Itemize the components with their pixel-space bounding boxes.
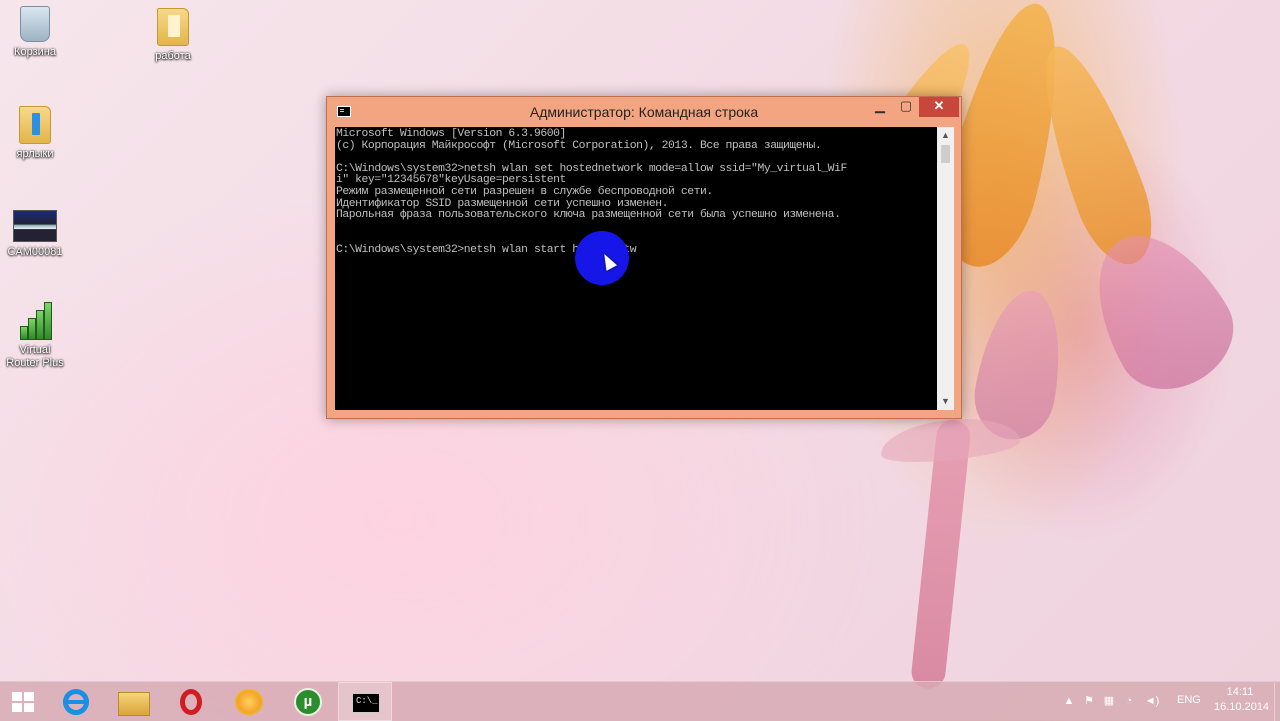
clock-date: 16.10.2014 bbox=[1214, 701, 1270, 713]
folder-icon bbox=[157, 8, 189, 46]
image-thumbnail-icon bbox=[13, 210, 57, 242]
wifi-icon[interactable]: ◔ bbox=[1123, 695, 1135, 707]
taskbar-internet-explorer[interactable] bbox=[48, 682, 102, 721]
scroll-down-button[interactable]: ▼ bbox=[937, 393, 954, 410]
window-title: Администратор: Командная строка bbox=[529, 104, 759, 120]
opera-icon bbox=[180, 689, 202, 715]
desktop-icon-label: работа bbox=[155, 50, 191, 62]
command-prompt-window[interactable]: Администратор: Командная строка ▁ ▢ ✕ Mi… bbox=[326, 96, 962, 419]
taskbar-command-prompt[interactable]: C:\_ bbox=[338, 682, 392, 721]
desktop-icon-yarlyki[interactable]: ярлыки bbox=[0, 106, 70, 161]
windows-logo-icon bbox=[12, 692, 34, 712]
console-text: Microsoft Windows [Version 6.3.9600] (c)… bbox=[336, 128, 847, 256]
volume-icon[interactable]: ◄) bbox=[1143, 695, 1161, 707]
scrollbar-thumb[interactable] bbox=[941, 145, 950, 163]
console-output[interactable]: Microsoft Windows [Version 6.3.9600] (c)… bbox=[335, 127, 937, 410]
orange-sun-icon bbox=[235, 689, 263, 715]
internet-explorer-icon bbox=[63, 689, 89, 715]
maximize-button[interactable]: ▢ bbox=[893, 97, 919, 117]
utorrent-icon: µ bbox=[294, 688, 322, 716]
desktop-icon-cam00081[interactable]: CAM00081 bbox=[0, 210, 70, 259]
window-titlebar[interactable]: Администратор: Командная строка ▁ ▢ ✕ bbox=[327, 97, 961, 127]
desktop-icon-label: ярлыки bbox=[16, 148, 54, 160]
start-button[interactable] bbox=[0, 682, 54, 721]
tray-chevron-icon[interactable]: ▲ bbox=[1063, 695, 1075, 707]
desktop-icon-recycle-bin[interactable]: Корзина bbox=[0, 6, 70, 59]
clock-time: 14:11 bbox=[1226, 686, 1254, 698]
desktop-icon-virtual-router-plus[interactable]: Virtual Router Plus bbox=[0, 302, 70, 370]
action-center-flag-icon[interactable]: ⚑ bbox=[1083, 695, 1095, 707]
network-icon[interactable]: ▦ bbox=[1103, 695, 1115, 707]
clock[interactable]: 14:11 16.10.2014 bbox=[1214, 685, 1270, 715]
desktop-icon-label: Корзина bbox=[14, 46, 56, 58]
taskbar-app-orange[interactable] bbox=[221, 682, 275, 721]
desktop-icon-label: Virtual Router Plus bbox=[6, 344, 64, 369]
language-indicator[interactable]: ENG bbox=[1177, 694, 1201, 706]
virtual-router-icon bbox=[16, 302, 54, 340]
recycle-bin-icon bbox=[20, 6, 50, 42]
scroll-up-button[interactable]: ▲ bbox=[937, 127, 954, 144]
cmd-icon: C:\_ bbox=[352, 693, 380, 713]
taskbar-utorrent[interactable]: µ bbox=[279, 682, 333, 721]
minimize-button[interactable]: ▁ bbox=[867, 97, 893, 117]
close-button[interactable]: ✕ bbox=[919, 97, 959, 117]
vertical-scrollbar[interactable]: ▲ ▼ bbox=[937, 127, 954, 410]
show-desktop-button[interactable] bbox=[1274, 682, 1280, 721]
desktop-icon-rabota[interactable]: работа bbox=[138, 8, 208, 63]
taskbar-opera[interactable] bbox=[163, 682, 217, 721]
taskbar: µ C:\_ ▲ ⚑ ▦ ◔ ◄) ENG 14:11 16.10.2014 bbox=[0, 681, 1280, 721]
desktop-icon-label: CAM00081 bbox=[7, 246, 63, 258]
folder-shortcuts-icon bbox=[19, 106, 51, 144]
taskbar-file-explorer[interactable] bbox=[105, 682, 159, 721]
file-explorer-icon bbox=[118, 692, 150, 716]
